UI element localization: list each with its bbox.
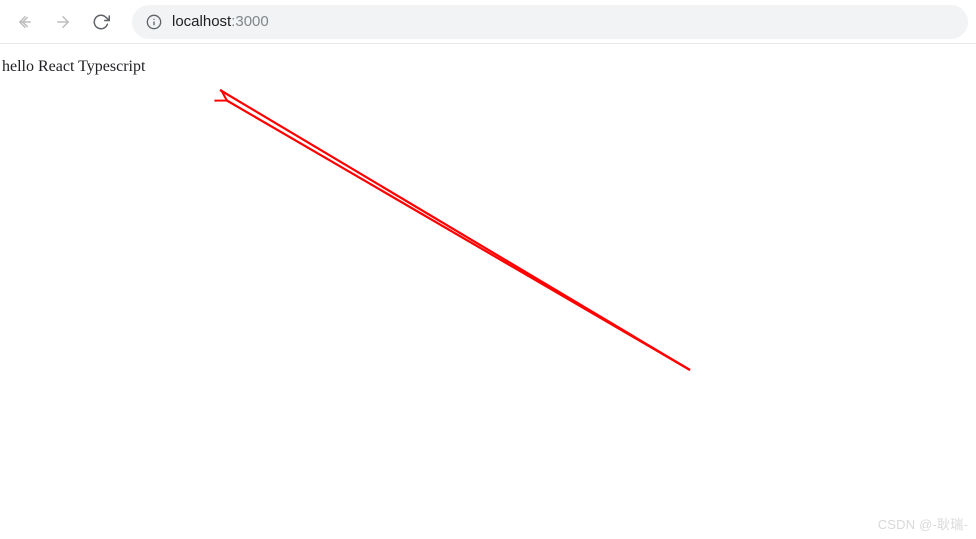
address-bar[interactable]: localhost:3000 [132, 5, 968, 39]
url-text: localhost:3000 [172, 13, 269, 30]
forward-button[interactable] [46, 5, 80, 39]
back-button[interactable] [8, 5, 42, 39]
browser-toolbar: localhost:3000 [0, 0, 976, 44]
reload-icon [92, 13, 110, 31]
page-body-text: hello React Typescript [0, 44, 976, 90]
watermark-text: CSDN @-耿瑞- [878, 514, 968, 533]
reload-button[interactable] [84, 5, 118, 39]
url-host: localhost [172, 13, 231, 30]
site-info-icon[interactable] [146, 14, 162, 30]
url-port: :3000 [231, 13, 269, 30]
arrow-right-icon [54, 13, 72, 31]
